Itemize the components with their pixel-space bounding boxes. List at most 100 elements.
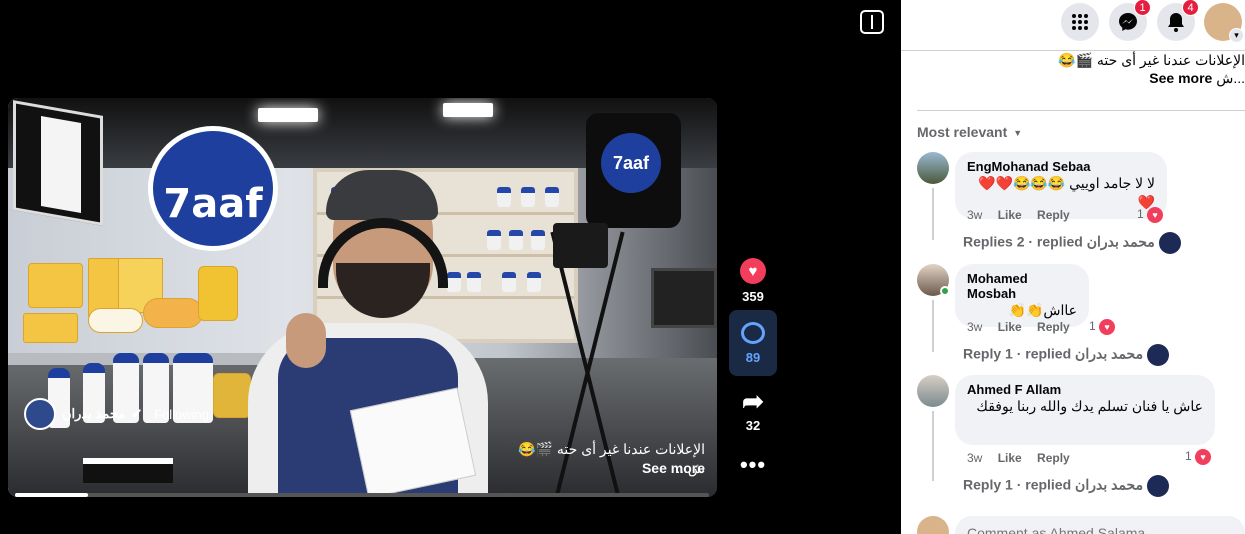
post-caption: الإعلانات عندنا غير أى حته 🎬😂 bbox=[1058, 52, 1245, 68]
caption-continuation: ش... bbox=[1216, 70, 1245, 86]
video-progress-bar[interactable] bbox=[15, 493, 709, 497]
comment-composer bbox=[917, 516, 1245, 534]
comment-text: عااش👏👏 bbox=[1008, 302, 1077, 318]
brand-logo: 7aaf bbox=[148, 126, 278, 251]
comments-panel: 1 4 ▾ الإعلانات عندنا غير أى حته 🎬😂 See … bbox=[901, 0, 1245, 534]
cheese-product bbox=[23, 313, 78, 343]
cheese-product bbox=[143, 298, 203, 328]
notifications-bell-icon[interactable]: 4 bbox=[1157, 0, 1199, 41]
commenter-name[interactable]: Ahmed F Allam bbox=[967, 382, 1203, 397]
like-count: 359 bbox=[742, 289, 764, 304]
video-progress-fill bbox=[15, 493, 88, 497]
comment-meta: 3w Like Reply bbox=[967, 320, 1082, 334]
thread-line bbox=[932, 300, 934, 352]
like-action[interactable]: ♥ 359 bbox=[731, 258, 775, 304]
chevron-down-icon[interactable]: ▾ bbox=[1229, 28, 1244, 43]
following-button[interactable]: Following bbox=[154, 407, 209, 422]
share-count: 32 bbox=[745, 418, 761, 433]
cheese-product bbox=[28, 263, 83, 308]
caret-down-icon[interactable]: ▼ bbox=[1013, 128, 1022, 138]
softbox-light-left bbox=[13, 100, 103, 226]
like-link[interactable]: Like bbox=[998, 451, 1022, 465]
commenter-name[interactable]: EngMohanad Sebaa bbox=[967, 159, 1155, 174]
post-caption-more: See more ش... bbox=[1081, 70, 1245, 87]
clapperboard bbox=[83, 458, 173, 483]
account-avatar[interactable]: ▾ bbox=[1204, 3, 1244, 43]
thread-line bbox=[932, 411, 934, 481]
view-replies[interactable]: Reply 1 · replied محمد بدران bbox=[963, 475, 1170, 497]
softbox-light-right: 7aaf bbox=[586, 113, 681, 228]
replies-text[interactable]: Reply 1 · replied محمد بدران bbox=[963, 346, 1143, 362]
brand-badge: 7aaf bbox=[601, 133, 661, 193]
brand-logo-text: 7aaf bbox=[163, 180, 263, 227]
comment-reactions[interactable]: 1 ♥ bbox=[1089, 319, 1116, 335]
heart-reaction-icon: ♥ bbox=[1195, 449, 1212, 465]
comment-meta: 3w Like Reply bbox=[967, 208, 1082, 222]
layout-toggle-icon[interactable] bbox=[860, 10, 884, 34]
comment-reactions[interactable]: 1 ♥ bbox=[1137, 207, 1164, 223]
studio-camera bbox=[553, 223, 608, 268]
more-options[interactable]: ••• bbox=[731, 452, 775, 478]
ceiling-light bbox=[443, 103, 493, 117]
notifications-badge: 4 bbox=[1182, 0, 1199, 16]
video-player[interactable]: 7aaf 7aaf bbox=[8, 98, 717, 497]
view-replies[interactable]: Reply 1 · replied محمد بدران bbox=[963, 344, 1170, 366]
comment-action[interactable]: 89 bbox=[729, 310, 777, 376]
comment-sort-dropdown[interactable]: Most relevant ▼ bbox=[917, 124, 1022, 140]
online-status-dot bbox=[940, 286, 950, 296]
divider bbox=[917, 110, 1245, 111]
comment-count: 89 bbox=[745, 350, 761, 365]
reply-link[interactable]: Reply bbox=[1037, 208, 1070, 222]
sort-label[interactable]: Most relevant bbox=[917, 124, 1007, 140]
commenter-name[interactable]: Mohamed Mosbah bbox=[967, 271, 1077, 301]
comment-text: لا لا جامد اوييي 😂😂😂❤️❤️❤️ bbox=[978, 175, 1155, 210]
share-action[interactable]: ➦ 32 bbox=[731, 388, 775, 433]
ceiling-light bbox=[258, 108, 318, 122]
commenter-avatar[interactable] bbox=[917, 375, 949, 407]
presenter-hand bbox=[286, 313, 326, 368]
like-link[interactable]: Like bbox=[998, 320, 1022, 334]
replies-text[interactable]: Replies 2 · replied محمد بدران bbox=[963, 234, 1155, 250]
share-icon[interactable]: ➦ bbox=[731, 388, 775, 414]
comment-time[interactable]: 3w bbox=[967, 208, 982, 222]
commenter-avatar[interactable] bbox=[917, 152, 949, 184]
thread-line bbox=[932, 188, 934, 240]
comment-input[interactable] bbox=[955, 516, 1245, 534]
menu-grid-icon[interactable] bbox=[1061, 3, 1099, 41]
comment-text: عاش يا فنان تسلم يدك والله ربنا يوفقك bbox=[976, 398, 1203, 414]
replier-avatar bbox=[1147, 344, 1170, 366]
video-owner[interactable]: محمد بدران ✔ Following bbox=[24, 398, 209, 430]
reaction-count: 1 bbox=[1185, 449, 1192, 464]
owner-avatar[interactable] bbox=[24, 398, 56, 430]
heart-icon[interactable]: ♥ bbox=[740, 258, 766, 284]
messenger-badge: 1 bbox=[1134, 0, 1151, 16]
cheese-jar bbox=[198, 266, 238, 321]
reaction-count: 1 bbox=[1089, 319, 1096, 334]
comment-time[interactable]: 3w bbox=[967, 320, 982, 334]
cheese-jar bbox=[213, 373, 251, 418]
cheese-product bbox=[88, 308, 143, 333]
replies-text[interactable]: Reply 1 · replied محمد بدران bbox=[963, 477, 1143, 493]
like-link[interactable]: Like bbox=[998, 208, 1022, 222]
replier-avatar bbox=[1158, 232, 1181, 254]
comment-time[interactable]: 3w bbox=[967, 451, 982, 465]
comment-icon[interactable] bbox=[741, 322, 765, 344]
top-bar: 1 4 ▾ bbox=[901, 0, 1245, 44]
see-more-link[interactable]: See more bbox=[1149, 70, 1212, 86]
heart-reaction-icon: ♥ bbox=[1147, 207, 1164, 223]
comment-meta: 3w Like Reply bbox=[967, 451, 1082, 465]
owner-name[interactable]: محمد بدران bbox=[62, 406, 125, 422]
reply-link[interactable]: Reply bbox=[1037, 451, 1070, 465]
reply-link[interactable]: Reply bbox=[1037, 320, 1070, 334]
video-see-more[interactable]: See more bbox=[600, 460, 705, 476]
comment-bubble: Ahmed F Allam عاش يا فنان تسلم يدك والله… bbox=[955, 375, 1215, 445]
replier-avatar bbox=[1147, 475, 1170, 497]
composer-avatar bbox=[917, 516, 949, 534]
messenger-icon[interactable]: 1 bbox=[1109, 0, 1151, 41]
heart-reaction-icon: ♥ bbox=[1099, 319, 1116, 335]
studio-monitor bbox=[651, 268, 717, 328]
comment-bubble: Mohamed Mosbah عااش👏👏 bbox=[955, 264, 1089, 327]
more-dots-icon[interactable]: ••• bbox=[731, 452, 775, 478]
comment-reactions[interactable]: 1 ♥ bbox=[1185, 449, 1212, 465]
view-replies[interactable]: Replies 2 · replied محمد بدران bbox=[963, 232, 1181, 254]
